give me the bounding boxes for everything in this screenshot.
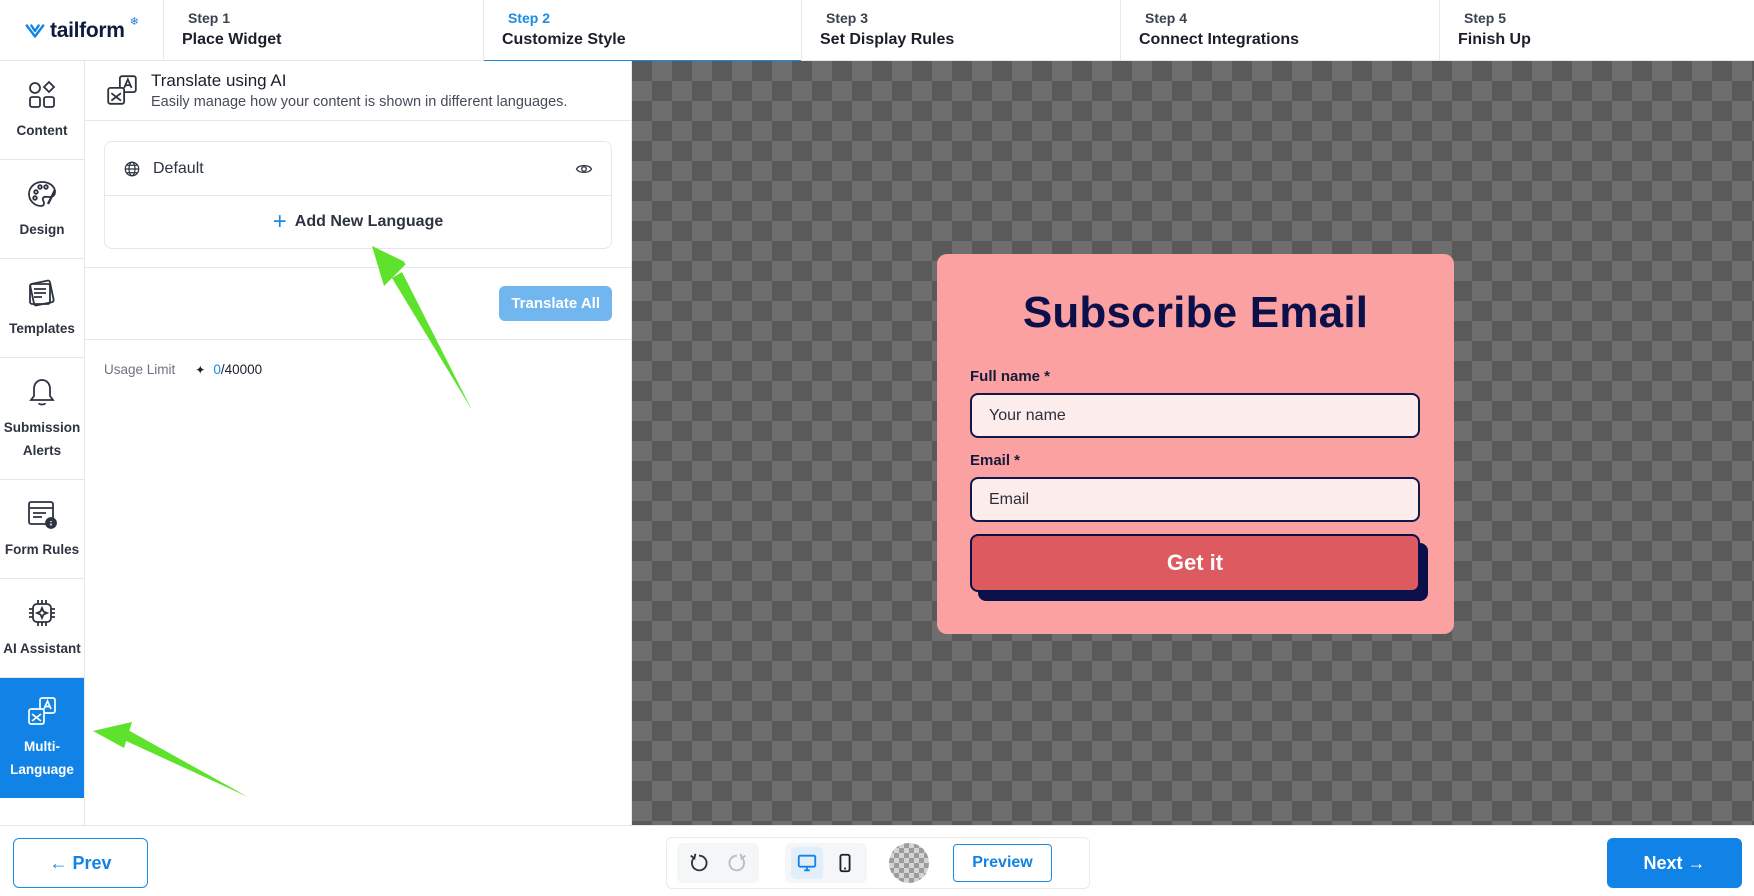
step-place-widget[interactable]: Step 1 Place Widget	[164, 0, 484, 61]
sidebar-item-submission-alerts[interactable]: Submission Alerts	[0, 358, 84, 480]
sidebar-item-label: Design	[19, 221, 65, 237]
form-rules-icon	[28, 500, 57, 529]
step-number: Step 4	[1145, 10, 1188, 26]
add-language-label: Add New Language	[294, 213, 444, 230]
logo-snowflake-icon: ❄	[129, 16, 139, 28]
step-title: Place Widget	[182, 31, 282, 48]
panel-header: Translate using AI Easily manage how you…	[85, 61, 631, 121]
submit-button-wrap: Get it	[970, 534, 1428, 601]
email-input[interactable]	[970, 477, 1420, 522]
step-title: Finish Up	[1458, 31, 1531, 48]
bell-icon	[29, 378, 55, 405]
bottom-bar: ← Prev Preview Next →	[0, 825, 1754, 896]
get-it-button[interactable]: Get it	[970, 534, 1420, 592]
sidebar-item-multi-language[interactable]: Multi-Language	[0, 678, 84, 798]
step-number: Step 2	[508, 10, 551, 26]
device-group	[785, 843, 867, 883]
add-language-button[interactable]: + Add New Language	[105, 196, 611, 248]
sidebar-item-label: Form Rules	[4, 541, 80, 557]
desktop-view-button[interactable]	[791, 847, 823, 879]
undo-icon	[690, 853, 708, 872]
undo-button[interactable]	[683, 847, 715, 879]
usage-total: /40000	[220, 362, 263, 377]
ai-chip-icon	[29, 599, 55, 626]
redo-button[interactable]	[721, 847, 753, 879]
globe-icon	[124, 161, 140, 176]
sidebar-item-label: Multi-Language	[10, 739, 74, 777]
history-group	[677, 843, 759, 883]
step-number: Step 5	[1464, 10, 1507, 26]
sidebar-item-label: Submission Alerts	[3, 419, 81, 458]
translate-icon	[107, 75, 137, 105]
translate-section: Translate All	[85, 267, 631, 340]
step-number: Step 1	[188, 10, 231, 26]
logo[interactable]: tailform ❄	[0, 0, 164, 61]
preview-button[interactable]: Preview	[953, 844, 1052, 882]
sidebar-item-content[interactable]: Content	[0, 61, 84, 160]
sidebar-item-label: Content	[16, 122, 68, 138]
shapes-icon	[29, 80, 56, 108]
palette-icon	[28, 180, 57, 207]
mobile-view-button[interactable]	[829, 847, 861, 879]
step-title: Set Display Rules	[820, 31, 955, 48]
language-list: Default + Add New Language	[104, 141, 612, 249]
sidebar-item-form-rules[interactable]: Form Rules	[0, 480, 84, 579]
step-finish-up[interactable]: Step 5 Finish Up	[1440, 0, 1754, 61]
step-title: Customize Style	[502, 31, 626, 48]
sidebar-item-design[interactable]: Design	[0, 160, 84, 259]
sidebar-item-label: AI Assistant	[3, 640, 81, 656]
language-name: Default	[153, 159, 204, 177]
step-connect-integrations[interactable]: Step 4 Connect Integrations	[1121, 0, 1440, 61]
sidebar-item-templates[interactable]: Templates	[0, 259, 84, 358]
sparkle-icon: ✦	[195, 362, 206, 377]
usage-limit: Usage Limit ✦ 0/40000	[85, 340, 631, 399]
multi-language-panel: Translate using AI Easily manage how you…	[85, 61, 632, 825]
redo-icon	[728, 853, 746, 872]
mobile-icon	[839, 853, 851, 873]
step-nav: Step 1 Place Widget Step 2 Customize Sty…	[164, 0, 1754, 62]
translate-all-button[interactable]: Translate All	[499, 286, 612, 321]
step-title: Connect Integrations	[1139, 31, 1300, 48]
logo-text: tailform	[50, 18, 125, 42]
logo-icon	[25, 23, 45, 38]
eye-icon[interactable]	[575, 160, 593, 178]
canvas-toolbar: Preview	[666, 837, 1090, 889]
prev-button[interactable]: ← Prev	[13, 838, 148, 888]
step-customize-style[interactable]: Step 2 Customize Style	[484, 0, 802, 62]
translate-icon	[28, 697, 56, 725]
step-number: Step 3	[826, 10, 869, 26]
panel-title: Translate using AI	[151, 71, 287, 90]
subscribe-widget[interactable]: Subscribe Email Full name * Email * Get …	[937, 254, 1454, 634]
sidebar: Content Design Templates Submission Aler…	[0, 61, 85, 825]
sidebar-item-label: Templates	[9, 320, 75, 336]
step-display-rules[interactable]: Step 3 Set Display Rules	[802, 0, 1121, 61]
widget-title: Subscribe Email	[1022, 288, 1369, 337]
desktop-icon	[797, 854, 817, 872]
usage-count: 0/40000	[213, 362, 262, 377]
language-row-default[interactable]: Default	[105, 142, 611, 196]
preview-canvas: Subscribe Email Full name * Email * Get …	[632, 61, 1754, 825]
full-name-input[interactable]	[970, 393, 1420, 438]
plus-icon: +	[272, 208, 287, 235]
usage-used: 0	[213, 362, 221, 377]
transparency-toggle[interactable]	[889, 843, 929, 883]
templates-icon	[29, 279, 55, 306]
next-button[interactable]: Next →	[1607, 838, 1742, 888]
usage-label: Usage Limit	[104, 362, 176, 377]
email-label: Email *	[970, 452, 1021, 469]
top-bar: tailform ❄ Step 1 Place Widget Step 2 Cu…	[0, 0, 1754, 62]
full-name-label: Full name *	[970, 368, 1051, 385]
sidebar-item-ai-assistant[interactable]: AI Assistant	[0, 579, 84, 678]
panel-subtitle: Easily manage how your content is shown …	[151, 94, 568, 110]
